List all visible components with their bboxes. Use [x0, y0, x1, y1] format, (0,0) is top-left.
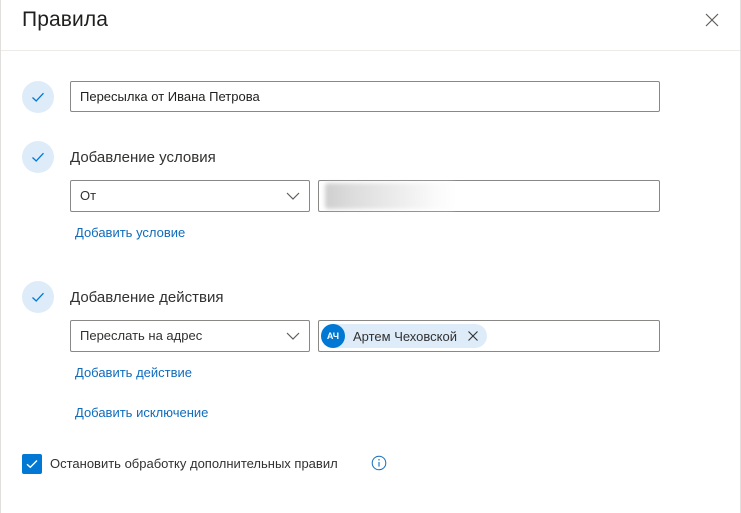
recipient-chip[interactable]: АЧ Артем Чеховской: [321, 324, 487, 348]
checkmark-icon: [32, 292, 44, 302]
stop-processing-label: Остановить обработку дополнительных прав…: [50, 456, 338, 471]
stop-processing-checkbox[interactable]: [22, 454, 42, 474]
close-button[interactable]: [701, 9, 723, 31]
info-button[interactable]: [371, 455, 387, 471]
chevron-down-icon: [286, 192, 300, 200]
condition-value-field[interactable]: [318, 180, 660, 212]
action-dropdown[interactable]: Переслать на адрес: [70, 320, 310, 352]
step-3-status: [22, 281, 54, 313]
dismiss-icon: [468, 331, 478, 341]
action-dropdown-value: Переслать на адрес: [80, 328, 203, 343]
checkmark-icon: [26, 460, 38, 469]
checkmark-icon: [32, 92, 44, 102]
redacted-sender: [325, 183, 455, 209]
rule-name-input[interactable]: [70, 81, 660, 112]
add-action-link[interactable]: Добавить действие: [75, 365, 192, 380]
condition-dropdown[interactable]: От: [70, 180, 310, 212]
dialog-header: Правила: [1, 0, 740, 51]
checkmark-icon: [32, 152, 44, 162]
close-icon: [705, 13, 719, 27]
condition-dropdown-value: От: [80, 188, 97, 203]
add-exception-link[interactable]: Добавить исключение: [75, 405, 208, 420]
info-icon: [371, 455, 387, 471]
add-condition-link[interactable]: Добавить условие: [75, 225, 185, 240]
rules-dialog: Правила Добавление условия От Добавить у…: [0, 0, 741, 513]
recipient-field[interactable]: АЧ Артем Чеховской: [318, 320, 660, 352]
condition-heading: Добавление условия: [70, 149, 216, 166]
dialog-title: Правила: [22, 8, 108, 31]
recipient-name: Артем Чеховской: [353, 328, 457, 344]
chevron-down-icon: [286, 332, 300, 340]
remove-recipient-button[interactable]: [465, 328, 481, 344]
avatar: АЧ: [321, 324, 345, 348]
step-2-status: [22, 141, 54, 173]
action-heading: Добавление действия: [70, 289, 224, 306]
step-1-status: [22, 81, 54, 113]
